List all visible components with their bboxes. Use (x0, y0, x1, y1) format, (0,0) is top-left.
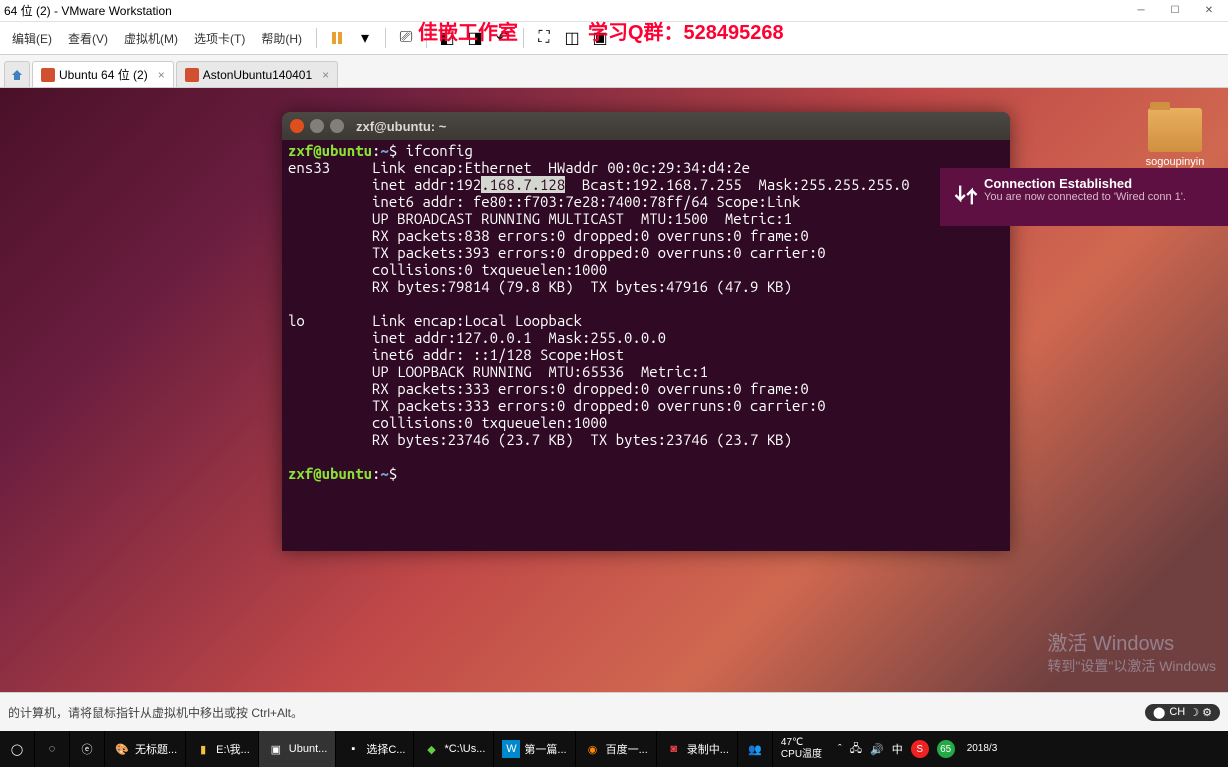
terminal-maximize-button[interactable] (330, 119, 344, 133)
cortana-icon[interactable]: ◌ (35, 731, 70, 767)
vm-desktop[interactable]: sogoupinyin zxf@ubuntu: ~ zxf@ubuntu:~$ … (0, 88, 1228, 692)
menu-tabs[interactable]: 选项卡(T) (186, 26, 253, 51)
edge-icon[interactable]: ⓔ (70, 731, 105, 767)
watermark-overlay-2: 学习Q群：528495268 (588, 16, 784, 45)
maximize-button[interactable]: ☐ (1160, 2, 1190, 20)
unity-icon[interactable]: ◫ (562, 28, 582, 48)
clock[interactable]: 2018/3 (963, 743, 1002, 755)
tab-label: Ubuntu 64 位 (2) (59, 66, 148, 83)
ime-lang[interactable]: 中 (892, 741, 903, 757)
menu-edit[interactable]: 编辑(E) (4, 26, 60, 51)
desktop-folder[interactable]: sogoupinyin (1142, 108, 1208, 168)
system-tray[interactable]: ˆ 🖧 🔊 中 S 65 (830, 740, 963, 759)
windows-activation-watermark: 激活 Windows 转到"设置"以激活 Windows (1047, 627, 1216, 676)
tab-label: AstonUbuntu140401 (203, 68, 312, 82)
temp-widget[interactable]: 47℃ CPU温度 (773, 737, 830, 761)
terminal-title: zxf@ubuntu: ~ (356, 119, 446, 134)
dropdown-icon[interactable]: ▾ (355, 28, 375, 48)
terminal-close-button[interactable] (290, 119, 304, 133)
people-icon[interactable]: 👥 (738, 731, 773, 767)
tray-badge-green[interactable]: 65 (937, 740, 955, 758)
network-notification[interactable]: Connection Established You are now conne… (940, 168, 1228, 226)
menu-help[interactable]: 帮助(H) (253, 26, 310, 51)
updown-arrows-icon (948, 176, 984, 218)
menubar: 编辑(E) 查看(V) 虚拟机(M) 选项卡(T) 帮助(H) ▾ ⎚ ◧ ◨ … (0, 22, 1228, 55)
notification-title: Connection Established (984, 176, 1186, 191)
watermark-overlay-1: 佳嵌工作室 (418, 16, 518, 45)
volume-icon[interactable]: 🔊 (870, 743, 884, 756)
taskbar-item[interactable]: ▪选择C... (336, 731, 414, 767)
taskbar-item[interactable]: ◙录制中... (657, 731, 738, 767)
tab-aston[interactable]: AstonUbuntu140401 × (176, 61, 338, 87)
ubuntu-icon (41, 68, 55, 82)
window-title: 64 位 (2) - VMware Workstation (4, 2, 1126, 19)
taskbar-item[interactable]: ◆*C:\Us... (414, 731, 494, 767)
start-button[interactable]: ◯ (0, 731, 35, 767)
terminal-minimize-button[interactable] (310, 119, 324, 133)
terminal-body[interactable]: zxf@ubuntu:~$ ifconfig ens33 Link encap:… (282, 140, 1010, 484)
tab-close-icon[interactable]: × (158, 68, 165, 82)
close-button[interactable]: ✕ (1194, 2, 1224, 20)
taskbar-item[interactable]: 🎨无标题... (105, 731, 186, 767)
menu-view[interactable]: 查看(V) (60, 26, 116, 51)
status-hint: 的计算机，请将鼠标指针从虚拟机中移出或按 Ctrl+Alt。 (8, 704, 303, 721)
home-tab[interactable] (4, 61, 30, 87)
folder-label: sogoupinyin (1142, 156, 1208, 168)
taskbar-item[interactable]: W第一篇... (494, 731, 575, 767)
menu-vm[interactable]: 虚拟机(M) (116, 26, 186, 51)
ubuntu-icon (185, 68, 199, 82)
minimize-button[interactable]: ─ (1126, 2, 1156, 20)
tab-close-icon[interactable]: × (322, 68, 329, 82)
taskbar-item[interactable]: ▮E:\我... (186, 731, 259, 767)
tray-chevron-icon[interactable]: ˆ (838, 743, 842, 755)
pause-icon[interactable] (327, 28, 347, 48)
network-icon[interactable]: 🖧 (850, 740, 862, 759)
vmware-statusbar: 的计算机，请将鼠标指针从虚拟机中移出或按 Ctrl+Alt。 ⬤ CH ☽ ⚙ (0, 692, 1228, 731)
tab-ubuntu[interactable]: Ubuntu 64 位 (2) × (32, 61, 174, 87)
taskbar-item-vmware[interactable]: ▣Ubunt... (259, 731, 337, 767)
tabbar: Ubuntu 64 位 (2) × AstonUbuntu140401 × (0, 55, 1228, 88)
taskbar-item[interactable]: ◉百度一... (576, 731, 657, 767)
terminal-window[interactable]: zxf@ubuntu: ~ zxf@ubuntu:~$ ifconfig ens… (282, 112, 1010, 551)
send-ctrlaltdel-icon[interactable]: ⎚ (396, 28, 416, 48)
tray-badge-red[interactable]: S (911, 740, 929, 758)
ime-indicator[interactable]: ⬤ CH ☽ ⚙ (1145, 704, 1220, 721)
terminal-titlebar[interactable]: zxf@ubuntu: ~ (282, 112, 1010, 140)
fullscreen-icon[interactable]: ⛶ (534, 28, 554, 48)
folder-icon (1148, 108, 1202, 152)
notification-body: You are now connected to 'Wired conn 1'. (984, 191, 1186, 203)
windows-taskbar: ◯ ◌ ⓔ 🎨无标题... ▮E:\我... ▣Ubunt... ▪选择C...… (0, 731, 1228, 767)
